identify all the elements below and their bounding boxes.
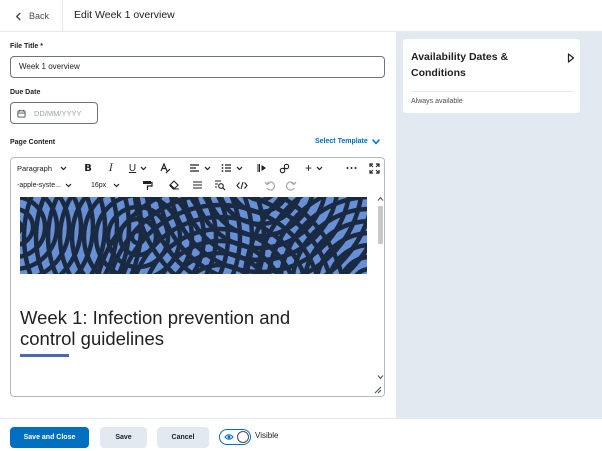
redo-button[interactable] bbox=[284, 177, 298, 193]
content-heading-line1: Week 1: Infection prevention and bbox=[20, 307, 291, 328]
right-panel: Availability Dates & Conditions Always a… bbox=[396, 32, 602, 418]
due-date-input[interactable]: DD/MM/YYYY bbox=[10, 102, 98, 124]
link-icon bbox=[279, 163, 289, 173]
align-dropdown[interactable] bbox=[188, 160, 212, 176]
italic-button[interactable]: I bbox=[104, 160, 118, 176]
availability-title-line2: Conditions bbox=[411, 67, 466, 79]
format-painter-button[interactable] bbox=[140, 177, 154, 193]
chevron-down-icon bbox=[372, 138, 380, 144]
editor-scrollbar[interactable] bbox=[376, 196, 384, 382]
find-replace-icon bbox=[215, 180, 226, 190]
text-color-icon bbox=[160, 162, 171, 174]
expand-caret-icon[interactable] bbox=[567, 53, 575, 63]
rich-text-editor: Paragraph B I U + -apple-syste... 16px W… bbox=[10, 157, 385, 397]
select-template-button[interactable]: Select Template bbox=[315, 138, 380, 145]
content-heading-line2: control guidelines bbox=[20, 328, 164, 349]
availability-title: Availability Dates & Conditions bbox=[411, 49, 551, 81]
availability-separator bbox=[411, 91, 574, 92]
redo-icon bbox=[285, 180, 296, 191]
due-date-placeholder: DD/MM/YYYY bbox=[34, 108, 82, 118]
italic-icon: I bbox=[109, 162, 113, 174]
underline-icon: U bbox=[128, 162, 137, 174]
calendar-icon bbox=[17, 109, 26, 118]
format-block-dropdown[interactable]: Paragraph bbox=[17, 160, 69, 176]
chevron-down-icon bbox=[204, 166, 211, 170]
insert-more-dropdown[interactable]: + bbox=[303, 160, 325, 176]
eye-icon bbox=[224, 434, 234, 440]
page-title: Edit Week 1 overview bbox=[74, 9, 175, 21]
clear-format-button[interactable] bbox=[167, 177, 181, 193]
back-button[interactable]: Back bbox=[14, 0, 49, 32]
font-size-dropdown[interactable]: 16px bbox=[91, 177, 127, 193]
visibility-label: Visible bbox=[255, 431, 279, 440]
more-options-button[interactable] bbox=[344, 160, 358, 176]
clear-format-icon bbox=[169, 179, 179, 190]
chevron-down-icon bbox=[316, 166, 323, 170]
footer-bar: Save and Close Save Cancel Visible bbox=[0, 418, 602, 451]
file-title-label: File Title * bbox=[10, 43, 43, 50]
chevron-down-icon bbox=[65, 183, 72, 187]
undo-icon bbox=[264, 180, 275, 191]
scroll-up-icon bbox=[377, 196, 384, 201]
chevron-down-icon bbox=[113, 183, 120, 187]
header-divider bbox=[62, 0, 63, 32]
format-block-value: Paragraph bbox=[17, 163, 53, 173]
toggle-knob bbox=[237, 431, 249, 443]
underline-dropdown[interactable]: U bbox=[126, 160, 150, 176]
top-bar: Back Edit Week 1 overview bbox=[0, 0, 602, 32]
code-icon bbox=[236, 181, 248, 189]
chevron-down-icon bbox=[236, 166, 243, 170]
availability-status: Always available bbox=[411, 98, 463, 105]
font-family-dropdown[interactable]: -apple-syste... bbox=[17, 177, 75, 193]
content-heading: Week 1: Infection prevention and control… bbox=[20, 307, 290, 349]
fullscreen-button[interactable] bbox=[367, 160, 381, 176]
source-code-button[interactable] bbox=[235, 177, 249, 193]
availability-card[interactable]: Availability Dates & Conditions Always a… bbox=[402, 38, 581, 114]
insert-link-button[interactable] bbox=[277, 160, 291, 176]
bullet-list-icon bbox=[221, 164, 231, 172]
plus-icon: + bbox=[304, 161, 312, 175]
back-label: Back bbox=[29, 11, 50, 21]
visibility-toggle[interactable] bbox=[219, 429, 251, 445]
paint-roller-icon bbox=[142, 180, 153, 190]
fullscreen-icon bbox=[368, 162, 380, 174]
cancel-button[interactable]: Cancel bbox=[157, 427, 209, 448]
file-title-input[interactable]: Week 1 overview bbox=[10, 56, 385, 78]
insert-media-button[interactable] bbox=[255, 160, 269, 176]
media-icon bbox=[257, 164, 266, 172]
due-date-label: Due Date bbox=[10, 89, 41, 96]
ellipsis-icon bbox=[346, 167, 356, 169]
find-replace-button[interactable] bbox=[213, 177, 227, 193]
main-form: File Title * Week 1 overview Due Date DD… bbox=[0, 32, 396, 418]
resize-handle-icon[interactable] bbox=[374, 386, 382, 394]
heading-underline bbox=[20, 354, 69, 357]
editor-content[interactable]: Week 1: Infection prevention and control… bbox=[19, 196, 376, 396]
font-family-value: -apple-syste... bbox=[17, 181, 61, 189]
horizontal-rule-button[interactable] bbox=[190, 177, 204, 193]
chevron-down-icon bbox=[140, 166, 147, 170]
select-template-label: Select Template bbox=[315, 138, 368, 145]
banner-image bbox=[20, 197, 367, 274]
bold-icon: B bbox=[84, 162, 92, 174]
chevron-down-icon bbox=[60, 166, 67, 170]
text-color-button[interactable] bbox=[158, 160, 172, 176]
bold-button[interactable]: B bbox=[81, 160, 95, 176]
page-content-label: Page Content bbox=[10, 139, 56, 146]
save-button[interactable]: Save bbox=[100, 427, 147, 448]
chevron-left-icon bbox=[15, 12, 21, 20]
availability-title-line1: Availability Dates & bbox=[411, 51, 509, 63]
horizontal-rule-icon bbox=[192, 181, 202, 189]
undo-button[interactable] bbox=[262, 177, 276, 193]
font-size-value: 16px bbox=[91, 181, 107, 189]
list-dropdown[interactable] bbox=[220, 160, 244, 176]
scroll-down-icon bbox=[377, 375, 384, 380]
save-and-close-button[interactable]: Save and Close bbox=[10, 427, 89, 448]
align-left-icon bbox=[190, 164, 199, 172]
scroll-thumb[interactable] bbox=[378, 206, 383, 244]
